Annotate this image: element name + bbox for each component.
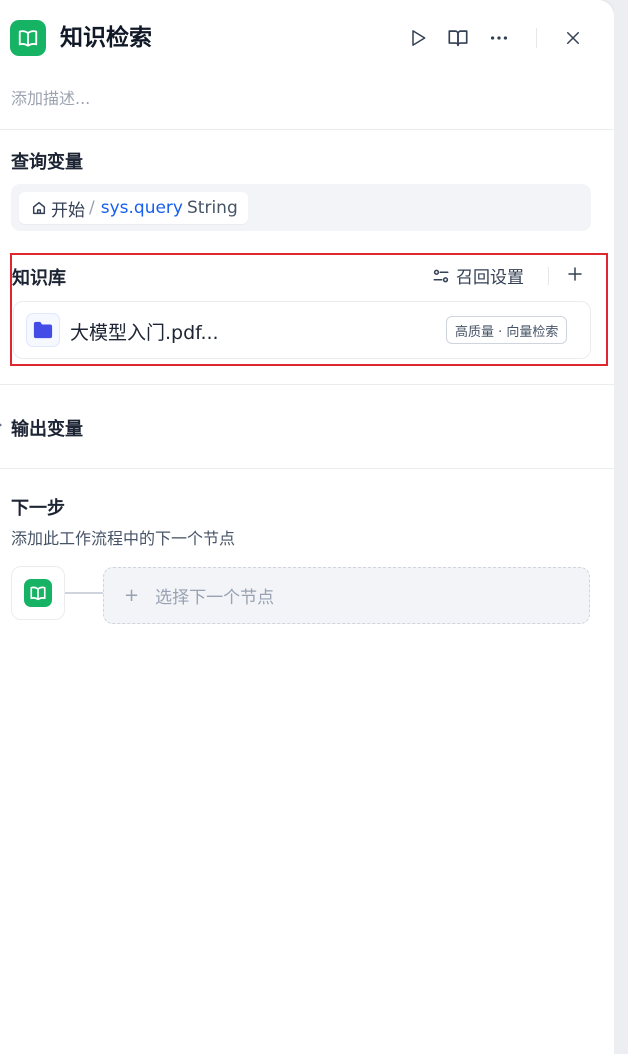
- panel-header: 知识检索: [10, 20, 600, 56]
- next-step-description: 添加此工作流程中的下一个节点: [11, 529, 236, 548]
- settings-sliders-icon: [433, 269, 449, 282]
- select-next-node-label: 选择下一个节点: [155, 588, 275, 608]
- plus-icon: +: [124, 585, 140, 606]
- docs-button[interactable]: [446, 26, 470, 50]
- next-step-title: 下一步: [11, 498, 65, 519]
- node-connector: [65, 592, 103, 594]
- home-icon: [32, 201, 46, 215]
- knowledge-title: 知识库: [12, 268, 66, 289]
- retrieval-mode-badge: 高质量 · 向量检索: [446, 316, 568, 344]
- variable-chip[interactable]: 开始 / sys.query String: [19, 192, 248, 224]
- knowledge-divider: [548, 267, 549, 285]
- variable-name: sys.query: [100, 198, 183, 218]
- divider: [0, 384, 614, 385]
- close-button[interactable]: [561, 26, 585, 50]
- variable-separator: /: [89, 198, 95, 218]
- plus-icon: [568, 267, 582, 281]
- variable-source-label: 开始: [51, 200, 85, 221]
- collapse-arrow-icon[interactable]: [0, 421, 3, 429]
- divider: [0, 468, 614, 469]
- node-config-panel: 知识检索 添加描述... 查询变量 开始 / sys.query String …: [0, 0, 614, 1054]
- add-knowledge-button[interactable]: [564, 263, 586, 285]
- divider: [0, 129, 614, 130]
- book-icon: [448, 30, 468, 47]
- page-title[interactable]: 知识检索: [60, 23, 152, 53]
- knowledge-section-highlight: 知识库 召回设置 大模型入门.pdf... 高质量 · 向量检索: [10, 253, 608, 366]
- more-button[interactable]: [487, 26, 511, 50]
- play-icon: [412, 30, 426, 46]
- knowledge-item[interactable]: 大模型入门.pdf... 高质量 · 向量检索: [13, 301, 591, 359]
- current-node-icon: [11, 566, 65, 620]
- select-next-node-button[interactable]: + 选择下一个节点: [103, 567, 590, 624]
- output-variable-title[interactable]: 输出变量: [11, 415, 83, 441]
- canvas-edge: [614, 0, 628, 1054]
- book-open-icon: [24, 579, 52, 607]
- description-input[interactable]: 添加描述...: [11, 85, 90, 109]
- recall-settings-label: 召回设置: [456, 268, 524, 288]
- book-open-icon: [10, 20, 46, 56]
- knowledge-item-name: 大模型入门.pdf...: [70, 322, 219, 344]
- close-icon: [567, 32, 579, 44]
- query-variable-field[interactable]: 开始 / sys.query String: [11, 184, 591, 231]
- more-icon: [490, 36, 508, 40]
- query-variable-title: 查询变量: [11, 152, 83, 173]
- header-divider: [536, 28, 537, 48]
- folder-icon: [26, 313, 60, 347]
- run-button[interactable]: [406, 26, 430, 50]
- recall-settings-button[interactable]: 召回设置: [432, 263, 524, 288]
- variable-type: String: [187, 198, 238, 218]
